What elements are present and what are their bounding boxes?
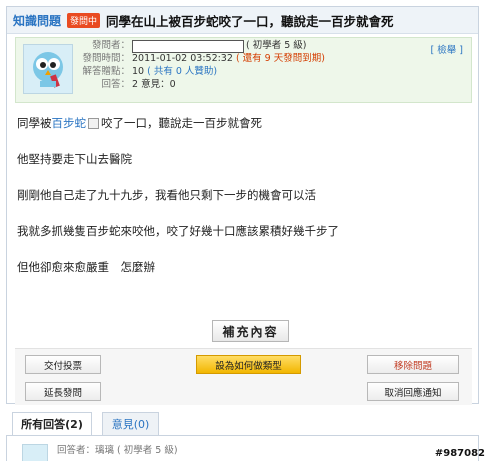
time-remaining: ( 還有 9 天發問到期) — [235, 53, 325, 64]
question-info: 發問者：( 初學者 5 級) 發問時間： 2011-01-02 03:52:32 … — [15, 37, 472, 103]
answers-label: 回答： — [101, 78, 130, 90]
body-text: 同學被 — [17, 116, 52, 130]
question-title: 同學在山上被百步蛇咬了一口，聽說走一百步就會死 — [106, 13, 394, 29]
body-paragraph: 他堅持要走下山去醫院 — [17, 152, 132, 166]
body-paragraph: 剛剛他自己走了九十九步，我看他只剩下一步的機會可以活 — [17, 188, 316, 202]
keyword-link[interactable]: 百步蛇 — [52, 116, 87, 130]
body-paragraph: 但他卻愈來愈嚴重 怎麼辦 — [17, 260, 155, 274]
action-bar: 交付投票 設為如何做類型 移除問題 延長發問 取消回應通知 — [15, 348, 472, 405]
points-sponsor[interactable]: ( 共有 0 人贊助) — [147, 66, 217, 79]
answers-count: 2 意見：0 — [132, 78, 176, 90]
section-tagline: 知識問題 — [13, 13, 62, 28]
answer-item: 回答者：璃璃 ( 初學者 5 級) — [6, 436, 479, 461]
answer-avatar[interactable] — [22, 444, 48, 461]
question-panel: 知識問題 發問中 同學在山上被百步蛇咬了一口，聽說走一百步就會死 發問者： ( 初… — [6, 6, 479, 405]
points-value: 10 — [132, 65, 145, 77]
question-header: 知識問題 發問中 同學在山上被百步蛇咬了一口，聽說走一百步就會死 — [7, 7, 478, 34]
answer-tabs: 所有回答(2) 意見(0) — [6, 410, 479, 436]
cancel-notify-button[interactable]: 取消回應通知 — [367, 382, 459, 401]
asker-name-box — [132, 40, 244, 53]
avatar[interactable] — [23, 44, 73, 94]
body-paragraph: 同學被百步蛇 咬了一口，聽說走一百步就會死 — [17, 115, 339, 131]
time-value: 2011-01-02 03:52:32 — [132, 53, 233, 64]
body-text: 咬了一口，聽說走一百步就會死 — [101, 116, 262, 130]
points-label: 解答贈點： — [82, 65, 130, 77]
watermark: #987082 — [434, 448, 485, 459]
supplement-button[interactable]: 補充內容 — [212, 320, 289, 342]
status-badge: 發問中 — [67, 12, 101, 28]
question-meta: 發問者：( 初學者 5 級) 發問時間： 2011-01-02 03:52:32 … — [76, 40, 325, 91]
tab-all-answers[interactable]: 所有回答(2) — [12, 412, 92, 435]
answerer-info: 回答者：璃璃 ( 初學者 5 級) — [57, 445, 178, 456]
body-paragraph: 我就多抓幾隻百步蛇來咬他，咬了好幾十口應該累積好幾千步了 — [17, 224, 339, 238]
asker-label: 發問者： — [91, 40, 130, 52]
vote-button[interactable]: 交付投票 — [25, 355, 101, 374]
question-body: 同學被百步蛇 咬了一口，聽說走一百步就會死 他堅持要走下山去醫院 剛剛他自己走了九… — [17, 115, 339, 295]
owl-avatar-icon — [33, 52, 63, 88]
time-label: 發問時間： — [82, 53, 130, 64]
set-type-button[interactable]: 設為如何做類型 — [196, 355, 301, 374]
flag-icon — [88, 118, 99, 129]
extend-button[interactable]: 延長發問 — [25, 382, 101, 401]
report-link[interactable]: [ 檢舉 ] — [431, 42, 463, 56]
remove-question-button[interactable]: 移除問題 — [367, 355, 459, 374]
tab-opinions[interactable]: 意見(0) — [102, 412, 159, 435]
asker-level: ( 初學者 5 級) — [246, 40, 307, 52]
